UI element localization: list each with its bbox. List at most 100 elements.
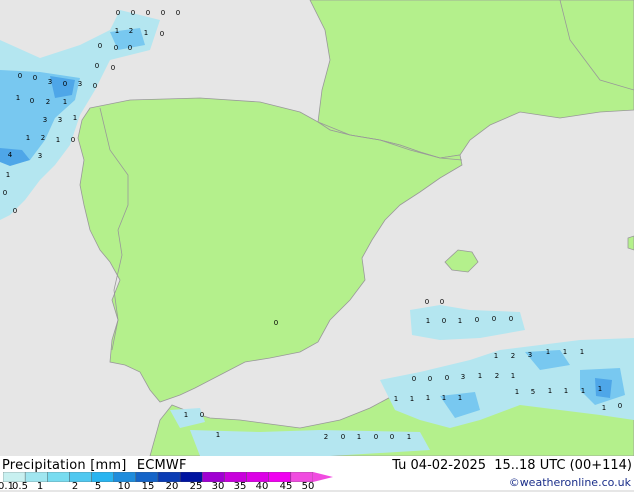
precip-value-label: 0 — [3, 189, 7, 197]
precip-value-label: 0 — [176, 9, 180, 17]
precip-value-label: 1 — [478, 372, 482, 380]
precip-value-label: 1 — [16, 94, 20, 102]
precip-value-label: 3 — [38, 152, 42, 160]
precip-value-label: 0 — [128, 44, 132, 52]
precip-value-label: 0 — [131, 9, 135, 17]
precip-value-label: 0 — [274, 319, 278, 327]
precip-value-label: 3 — [528, 351, 532, 359]
precip-value-label: 1 — [426, 317, 430, 325]
precip-value-label: 0 — [440, 298, 444, 306]
precip-value-label: 1 — [564, 387, 568, 395]
precip-value-label: 0 — [475, 316, 479, 324]
scale-tick-label: 20 — [165, 481, 179, 492]
land-menorca — [627, 235, 634, 251]
precip-value-label: 3 — [58, 116, 62, 124]
scale-tick-label: 45 — [279, 481, 293, 492]
precip-value-label: 0 — [98, 42, 102, 50]
scale-tick-label: 30 — [211, 481, 225, 492]
precip-value-label: 1 — [216, 431, 220, 439]
scale-tick-label: 40 — [255, 481, 269, 492]
precip-value-label: 0 — [442, 317, 446, 325]
precip-value-label: 0 — [63, 80, 67, 88]
scale-tick-label: 1 — [36, 481, 44, 492]
precip-value-label: 1 — [26, 134, 30, 142]
precip-value-label: 1 — [357, 433, 361, 441]
precip-value-label: 1 — [115, 27, 119, 35]
precip-value-label: 1 — [511, 372, 515, 380]
precip-value-label: 2 — [495, 372, 499, 380]
precip-value-label: 1 — [563, 348, 567, 356]
precip-value-label: 1 — [548, 387, 552, 395]
precip-value-label: 0 — [390, 433, 394, 441]
precip-value-label: 0 — [146, 9, 150, 17]
legend-time: 15..18 UTC (00+114) — [494, 458, 632, 473]
precip-value-label: 2 — [46, 98, 50, 106]
precip-value-label: 1 — [602, 404, 606, 412]
precipitation-map[interactable]: 0 0 0 0 0 1 2 1 0 0 0 0 0 0 3 0 3 0 0 0 1 0 2 1 3 3 1 1 2 1 0 4 3 1 0 0 0 0 1 0… — [0, 0, 634, 456]
precip-value-label: 1 — [458, 317, 462, 325]
precip-value-label: 0 — [116, 9, 120, 17]
precip-value-label: 0 — [341, 433, 345, 441]
legend-title: Precipitation [mm] — [2, 458, 127, 473]
precip-value-label: 1 — [581, 387, 585, 395]
precip-value-label: 1 — [546, 348, 550, 356]
precip-value-label: 1 — [426, 394, 430, 402]
precip-value-label: 3 — [43, 116, 47, 124]
precip-value-label: 5 — [531, 388, 535, 396]
precip-value-label: 2 — [129, 27, 133, 35]
precip-value-label: 0 — [13, 207, 17, 215]
precip-value-label: 0 — [18, 72, 22, 80]
precip-value-label: 3 — [78, 80, 82, 88]
precip-value-label: 0 — [425, 298, 429, 306]
precip-value-label: 0 — [200, 411, 204, 419]
scale-tick-label: 2 — [71, 481, 79, 492]
precip-value-label: 1 — [494, 352, 498, 360]
precip-value-label: 0 — [412, 375, 416, 383]
precip-value-label: 0 — [445, 374, 449, 382]
precip-value-label: 1 — [515, 388, 519, 396]
precip-value-label: 0 — [492, 315, 496, 323]
scale-tick-label: 25 — [189, 481, 203, 492]
scale-tick-label: 10 — [117, 481, 131, 492]
scale-tick-label: 15 — [141, 481, 155, 492]
copyright-link[interactable]: ©weatheronline.co.uk — [509, 476, 631, 489]
legend-date: Tu 04-02-2025 — [392, 458, 487, 473]
precip-value-label: 0 — [71, 136, 75, 144]
precip-value-label: 1 — [63, 98, 67, 106]
legend-time-row: Tu 04-02-2025 15..18 UTC (00+114) — [388, 458, 632, 473]
precip-value-label: 1 — [56, 136, 60, 144]
scale-tick-label: 50 — [301, 481, 315, 492]
precip-value-label: 1 — [73, 114, 77, 122]
precip-value-label: 1 — [410, 395, 414, 403]
precip-value-label: 0 — [30, 97, 34, 105]
scale-tick-label: 5 — [94, 481, 102, 492]
precip-value-label: 1 — [580, 348, 584, 356]
precip-value-label: 0 — [428, 375, 432, 383]
precip-value-label: 1 — [6, 171, 10, 179]
precip-value-label: 1 — [184, 411, 188, 419]
precip-value-label: 0 — [114, 44, 118, 52]
precip-value-label: 0 — [618, 402, 622, 410]
legend-model: ECMWF — [136, 458, 187, 473]
precip-value-label: 3 — [461, 373, 465, 381]
precip-value-label: 0 — [95, 62, 99, 70]
precip-value-label: 1 — [394, 395, 398, 403]
precip-value-label: 1 — [442, 394, 446, 402]
precip-value-label: 0 — [93, 82, 97, 90]
legend-title-row: Precipitation [mm] ECMWF — [2, 458, 193, 473]
precip-value-label: 1 — [407, 433, 411, 441]
precip-value-label: 2 — [41, 134, 45, 142]
scale-tick-label: 35 — [233, 481, 247, 492]
precip-value-label: 3 — [48, 78, 52, 86]
precip-value-label: 1 — [144, 29, 148, 37]
precip-value-label: 1 — [598, 385, 602, 393]
scale-tick-label: 0.5 — [12, 481, 28, 492]
precip-value-label: 0 — [160, 30, 164, 38]
precip-value-label: 1 — [458, 394, 462, 402]
precip-value-label: 0 — [33, 74, 37, 82]
precip-value-label: 0 — [111, 64, 115, 72]
precip-value-label: 0 — [374, 433, 378, 441]
precip-value-label: 2 — [324, 433, 328, 441]
precip-value-label: 0 — [161, 9, 165, 17]
precip-value-label: 4 — [8, 151, 13, 159]
